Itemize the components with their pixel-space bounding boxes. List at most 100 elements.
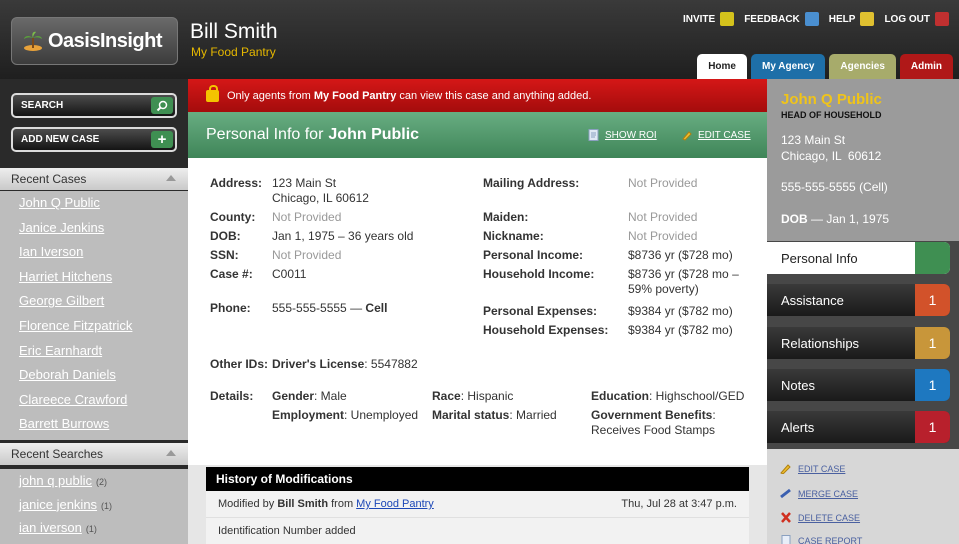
list-item[interactable]: Florence Fitzpatrick — [0, 314, 188, 339]
case-address-line2: Chicago, IL 60612 — [781, 149, 882, 163]
maiden-label: Maiden: — [483, 210, 529, 224]
delete-case-action[interactable]: DELETE CASE — [780, 512, 860, 523]
list-item[interactable]: janice jenkins (1) — [0, 493, 188, 517]
show-roi-link[interactable]: SHOW ROI — [588, 129, 657, 141]
list-item[interactable]: ian iverson (1) — [0, 516, 188, 540]
gender-value: : Male — [314, 389, 347, 403]
personal-income-value: $8736 yr ($728 mo) — [628, 248, 733, 262]
main-tabs: Home My Agency Agencies Admin — [697, 54, 953, 79]
recent-cases-list: John Q Public Janice Jenkins Ian Iverson… — [0, 191, 188, 440]
search-count: (1) — [85, 524, 97, 534]
panel-title-name: John Public — [328, 126, 420, 143]
agency-link[interactable]: My Food Pantry — [356, 498, 434, 510]
side-tab-label: Personal Info — [781, 250, 858, 266]
phone-label: Phone: — [210, 301, 251, 315]
help-label: HELP — [828, 13, 856, 25]
household-income-line1: $8736 yr ($728 mo – — [628, 267, 739, 281]
search-count: (2) — [96, 477, 107, 487]
list-item[interactable]: George Gilbert — [0, 289, 188, 314]
benefits-value: Receives Food Stamps — [591, 423, 716, 437]
search-button[interactable]: SEARCH — [11, 93, 177, 118]
case-summary: John Q Public HEAD OF HOUSEHOLD 123 Main… — [767, 79, 959, 241]
logo-text: OasisInsight — [48, 29, 163, 52]
search-term: janice jenkins — [19, 496, 98, 512]
phone-value: 555-555-5555 — Cell — [272, 301, 387, 315]
list-item[interactable]: John Q Public — [0, 191, 188, 216]
case-number-value: C0011 — [272, 267, 307, 281]
recent-searches-header[interactable]: Recent Searches — [0, 443, 188, 465]
pencil-icon — [682, 131, 692, 141]
side-tab-alerts[interactable]: Alerts 1 — [767, 411, 950, 443]
top-links: INVITE FEEDBACK HELP LOG OUT — [683, 12, 949, 26]
list-item[interactable]: Deborah Daniels — [0, 363, 188, 388]
case-number-label: Case #: — [210, 267, 253, 281]
education-value: : Highschool/GED — [649, 389, 745, 403]
race: Race: Hispanic — [432, 389, 513, 403]
invite-label: INVITE — [682, 13, 716, 25]
benefits-colon: : — [712, 408, 716, 422]
merge-case-action[interactable]: MERGE CASE — [780, 488, 858, 499]
case-actions: EDIT CASE MERGE CASE DELETE CASE CASE RE… — [767, 449, 959, 544]
marital-label: Marital status — [432, 408, 510, 422]
user-org: My Food Pantry — [191, 45, 276, 59]
drivers-license-value: : 5547882 — [364, 357, 418, 371]
tab-admin[interactable]: Admin — [899, 54, 953, 79]
logout-link[interactable]: LOG OUT — [884, 12, 949, 26]
from-text: from — [328, 498, 357, 510]
palm-tree-icon — [24, 31, 42, 51]
oasisinsight-logo[interactable]: OasisInsight — [11, 17, 178, 65]
list-item[interactable]: Clareece Crawford — [0, 388, 188, 413]
list-item[interactable]: Barrett Burrows — [0, 412, 188, 437]
report-icon — [781, 535, 791, 544]
side-tab-personal-info[interactable]: Personal Info — [767, 242, 950, 274]
tab-my-agency[interactable]: My Agency — [751, 54, 826, 79]
history-modified-by: Modified by Bill Smith from My Food Pant… — [218, 498, 434, 510]
feedback-link[interactable]: FEEDBACK — [744, 12, 819, 26]
recent-cases-header[interactable]: Recent Cases — [0, 168, 188, 190]
county-label: County: — [210, 210, 256, 224]
show-roi-label: SHOW ROI — [605, 129, 657, 141]
nickname-label: Nickname: — [483, 229, 544, 243]
document-icon — [588, 129, 599, 141]
list-item[interactable]: Eric Earnhardt — [0, 339, 188, 364]
invite-link[interactable]: INVITE — [682, 12, 735, 26]
details-label: Details: — [210, 389, 254, 403]
case-report-action[interactable]: CASE REPORT — [780, 535, 862, 544]
side-tab-notes[interactable]: Notes 1 — [767, 369, 950, 401]
count-badge: 1 — [915, 411, 950, 443]
case-role: HEAD OF HOUSEHOLD — [781, 110, 882, 120]
user-name: Bill Smith — [190, 20, 278, 43]
app-header: OasisInsight Bill Smith My Food Pantry I… — [0, 0, 959, 79]
case-dob-value: — Jan 1, 1975 — [807, 212, 890, 226]
add-new-case-button[interactable]: ADD NEW CASE + — [11, 127, 177, 152]
search-term: john q public — [19, 473, 92, 488]
lock-icon — [206, 84, 219, 102]
side-tab-relationships[interactable]: Relationships 1 — [767, 327, 950, 359]
count-badge: 1 — [915, 284, 950, 316]
help-link[interactable]: HELP — [829, 12, 875, 26]
list-item[interactable]: Janice Jenkins — [0, 216, 188, 241]
alert-suffix: can view this case and anything added. — [396, 89, 592, 102]
case-address-line1: 123 Main St — [781, 133, 846, 147]
edit-case-action[interactable]: EDIT CASE — [780, 463, 845, 474]
logout-label: LOG OUT — [884, 13, 930, 25]
list-item[interactable]: Ian Iverson — [0, 240, 188, 265]
side-tab-assistance[interactable]: Assistance 1 — [767, 284, 950, 316]
pencil-icon — [780, 464, 791, 474]
case-phone: 555-555-5555 (Cell) — [781, 180, 888, 194]
case-name: John Q Public — [781, 91, 882, 108]
tab-color-indicator — [915, 242, 950, 274]
phone-type: Cell — [365, 301, 388, 315]
list-item[interactable]: john q public (2) — [0, 469, 188, 493]
address-label: Address: — [210, 176, 263, 190]
recent-searches-title: Recent Searches — [11, 447, 104, 461]
privacy-alert-bar: Only agents from My Food Pantry can view… — [188, 79, 767, 112]
edit-case-label: EDIT CASE — [698, 129, 751, 141]
edit-case-link[interactable]: EDIT CASE — [681, 129, 751, 141]
household-income-line2: 59% poverty) — [628, 282, 699, 296]
household-expenses-label: Household Expenses: — [483, 323, 609, 337]
add-new-case-label: ADD NEW CASE — [21, 134, 100, 145]
list-item[interactable]: Harriet Hitchens — [0, 265, 188, 290]
tab-agencies[interactable]: Agencies — [829, 54, 896, 79]
tab-home[interactable]: Home — [697, 54, 747, 79]
